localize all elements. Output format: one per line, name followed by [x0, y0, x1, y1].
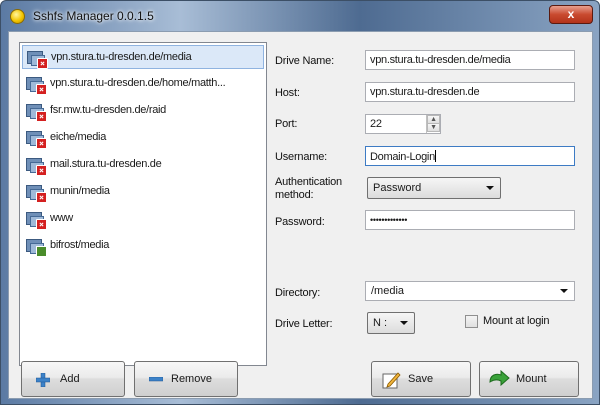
- text-caret: [434, 150, 436, 162]
- port-stepper[interactable]: 22 ▲ ▼: [365, 114, 441, 134]
- drive-name-field[interactable]: vpn.stura.tu-dresden.de/media: [365, 50, 575, 70]
- drive-letter-value: N :: [373, 317, 388, 329]
- list-item[interactable]: mail.stura.tu-dresden.de: [22, 153, 264, 177]
- disconnected-drive-icon: [26, 75, 47, 95]
- disconnected-drive-icon: [27, 49, 48, 69]
- disconnected-drive-icon: [26, 129, 47, 149]
- host-label: Host:: [275, 87, 300, 99]
- list-item-label: fsr.mw.tu-dresden.de/raid: [50, 104, 167, 116]
- mount-button-label: Mount: [516, 373, 547, 385]
- main-panel: vpn.stura.tu-dresden.de/media vpn.stura.t…: [8, 31, 593, 399]
- disconnected-drive-icon: [26, 156, 47, 176]
- list-item-label: vpn.stura.tu-dresden.de/media: [51, 51, 192, 63]
- add-button[interactable]: Add: [21, 361, 125, 397]
- disconnected-drive-icon: [26, 102, 47, 122]
- plus-icon: [36, 373, 50, 387]
- username-value: Domain-Login: [370, 151, 435, 163]
- disconnected-drive-icon: [26, 183, 47, 203]
- username-field[interactable]: Domain-Login: [365, 146, 575, 166]
- spin-down-icon[interactable]: ▼: [427, 123, 440, 132]
- drive-name-label: Drive Name:: [275, 55, 334, 67]
- drive-letter-select[interactable]: N :: [367, 312, 415, 334]
- app-logo-icon: [10, 9, 25, 24]
- save-button-label: Save: [408, 373, 434, 385]
- chevron-down-icon: [400, 321, 408, 325]
- auth-method-value: Password: [373, 182, 422, 194]
- green-arrow-icon: [489, 370, 510, 387]
- list-item[interactable]: munin/media: [22, 180, 264, 204]
- auth-method-label: Authentication method:: [275, 176, 342, 202]
- chevron-down-icon: [486, 186, 494, 190]
- port-label: Port:: [275, 118, 298, 130]
- mount-at-login-checkbox[interactable]: [465, 315, 478, 328]
- minus-icon: [149, 377, 163, 382]
- auth-method-label-line2: method:: [275, 189, 314, 201]
- directory-label: Directory:: [275, 287, 321, 299]
- directory-combo[interactable]: /media: [365, 281, 575, 301]
- disconnected-drive-icon: [26, 210, 47, 230]
- mount-list[interactable]: vpn.stura.tu-dresden.de/media vpn.stura.t…: [19, 42, 267, 366]
- username-label: Username:: [275, 151, 327, 163]
- mount-button[interactable]: Mount: [479, 361, 579, 397]
- drive-letter-label: Drive Letter:: [275, 318, 333, 330]
- window-title: Sshfs Manager 0.0.1.5: [33, 9, 154, 23]
- network-drive-icon: [26, 237, 47, 257]
- password-label: Password:: [275, 216, 325, 228]
- auth-method-select[interactable]: Password: [367, 177, 501, 199]
- password-field[interactable]: •••••••••••••: [365, 210, 575, 230]
- list-item[interactable]: www: [22, 207, 264, 231]
- directory-value: /media: [371, 285, 405, 297]
- title-bar[interactable]: Sshfs Manager 0.0.1.5 x: [1, 1, 599, 31]
- list-item-label: www: [50, 212, 73, 224]
- host-field[interactable]: vpn.stura.tu-dresden.de: [365, 82, 575, 102]
- port-value: 22: [370, 118, 382, 130]
- app-window: Sshfs Manager 0.0.1.5 x vpn.stura.tu-dre…: [0, 0, 600, 405]
- list-item-label: mail.stura.tu-dresden.de: [50, 158, 162, 170]
- list-item-label: bifrost/media: [50, 239, 110, 251]
- list-item[interactable]: bifrost/media: [22, 234, 264, 258]
- remove-button-label: Remove: [171, 373, 212, 385]
- port-spin-buttons: ▲ ▼: [426, 115, 440, 133]
- list-item[interactable]: vpn.stura.tu-dresden.de/home/matth...: [22, 72, 264, 96]
- remove-button[interactable]: Remove: [134, 361, 238, 397]
- save-button[interactable]: Save: [371, 361, 471, 397]
- list-item-label: eiche/media: [50, 131, 107, 143]
- list-item[interactable]: eiche/media: [22, 126, 264, 150]
- add-button-label: Add: [60, 373, 80, 385]
- close-button[interactable]: x: [549, 5, 593, 24]
- list-item-label: vpn.stura.tu-dresden.de/home/matth...: [50, 77, 226, 89]
- auth-method-label-line1: Authentication: [275, 176, 342, 188]
- list-item-label: munin/media: [50, 185, 110, 197]
- list-item[interactable]: vpn.stura.tu-dresden.de/media: [22, 45, 264, 69]
- chevron-down-icon: [560, 289, 568, 293]
- list-item[interactable]: fsr.mw.tu-dresden.de/raid: [22, 99, 264, 123]
- edit-pencil-icon: [382, 372, 401, 389]
- mount-at-login-label: Mount at login: [483, 315, 550, 327]
